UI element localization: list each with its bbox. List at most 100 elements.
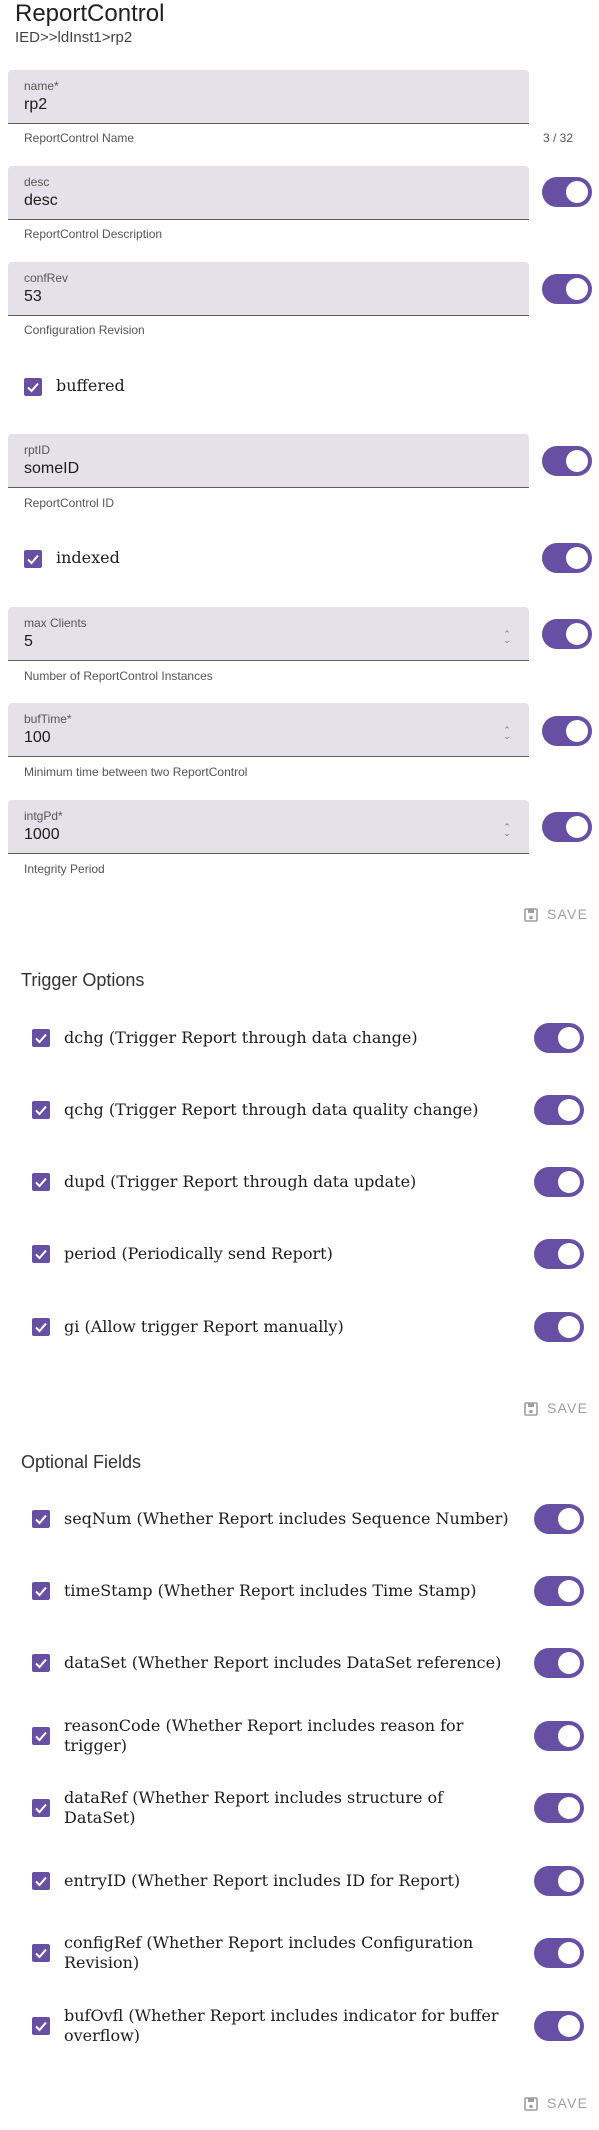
option-switch[interactable] [534,1312,584,1342]
option-label: timeStamp (Whether Report includes Time … [64,1581,477,1600]
option-label: dupd (Trigger Report through data update… [64,1172,417,1191]
intgpd-input[interactable]: 1000 [24,826,60,844]
spinner-icon[interactable]: ⌃ ⌄ [503,726,511,741]
check-icon [35,1658,47,1669]
maxclients-input[interactable]: 5 [24,633,33,651]
confrev-field[interactable]: confRev 53 [8,262,529,316]
option-switch[interactable] [534,1095,584,1125]
intgpd-switch[interactable] [542,812,592,842]
confrev-switch[interactable] [542,274,592,304]
rptid-switch[interactable] [542,446,592,476]
desc-field[interactable]: desc desc [8,166,529,220]
switch-knob [566,547,588,569]
save-icon [524,908,538,922]
option-checkbox[interactable] [32,1510,50,1528]
option-switch[interactable] [534,1167,584,1197]
option-switch[interactable] [534,1576,584,1606]
field-label: desc [24,175,50,189]
option-label: dchg (Trigger Report through data change… [64,1028,418,1047]
save-button[interactable]: SAVE [523,2095,593,2115]
switch-knob [558,1870,580,1892]
indexed-label: indexed [56,548,120,567]
check-icon [27,382,39,393]
option-checkbox[interactable] [32,1654,50,1672]
option-checkbox[interactable] [32,2017,50,2035]
field-label: name* [24,79,59,93]
switch-knob [566,278,588,300]
breadcrumb: IED>>ldInst1>rp2 [15,29,133,46]
save-icon [524,2097,538,2111]
check-icon [35,1876,47,1887]
option-label: dataRef (Whether Report includes structu… [64,1788,444,1827]
option-checkbox[interactable] [32,1173,50,1191]
switch-knob [558,1580,580,1602]
option-checkbox[interactable] [32,1582,50,1600]
check-icon [35,1322,47,1333]
option-label: reasonCode (Whether Report includes reas… [64,1716,464,1755]
save-label: SAVE [547,2095,589,2111]
field-label: confRev [24,271,69,285]
option-switch[interactable] [534,1023,584,1053]
field-label: max Clients [24,616,87,630]
indexed-switch[interactable] [542,543,592,573]
option-switch[interactable] [534,1648,584,1678]
option-checkbox[interactable] [32,1245,50,1263]
rptid-field[interactable]: rptID someID [8,434,529,488]
check-icon [35,2021,47,2032]
option-label: qchg (Trigger Report through data qualit… [64,1100,479,1119]
check-icon [35,1948,47,1959]
option-checkbox[interactable] [32,1872,50,1890]
helper-text: Number of ReportControl Instances [24,669,213,683]
desc-input[interactable]: desc [24,192,58,210]
option-checkbox[interactable] [32,1727,50,1745]
option-label: dataSet (Whether Report includes DataSet… [64,1653,502,1672]
indexed-checkbox[interactable] [24,550,42,568]
desc-switch[interactable] [542,177,592,207]
optional-fields-heading: Optional Fields [21,1452,142,1472]
switch-knob [558,2015,580,2037]
option-switch[interactable] [534,1239,584,1269]
switch-knob [558,1797,580,1819]
maxclients-field[interactable]: max Clients 5 ⌃ ⌄ [8,607,529,661]
option-switch[interactable] [534,2011,584,2041]
option-switch[interactable] [534,1721,584,1751]
option-switch[interactable] [534,1793,584,1823]
trigger-options-heading: Trigger Options [21,970,145,990]
switch-knob [558,1027,580,1049]
rptid-input[interactable]: someID [24,460,79,478]
buftime-input[interactable]: 100 [24,729,51,747]
switch-knob [558,1508,580,1530]
switch-knob [558,1652,580,1674]
option-label: period (Periodically send Report) [64,1244,333,1263]
switch-knob [558,1942,580,1964]
option-checkbox[interactable] [32,1029,50,1047]
spinner-icon[interactable]: ⌃ ⌄ [503,823,511,838]
save-button[interactable]: SAVE [523,906,593,926]
helper-text: ReportControl ID [24,496,115,510]
buftime-switch[interactable] [542,716,592,746]
option-switch[interactable] [534,1938,584,1968]
spinner-icon[interactable]: ⌃ ⌄ [503,630,511,645]
save-button[interactable]: SAVE [523,1400,593,1420]
option-switch[interactable] [534,1866,584,1896]
confrev-input[interactable]: 53 [24,288,42,306]
option-checkbox[interactable] [32,1799,50,1817]
option-checkbox[interactable] [32,1101,50,1119]
page-title: ReportControl [15,0,165,27]
buffered-label: buffered [56,376,125,395]
option-switch[interactable] [534,1504,584,1534]
option-checkbox[interactable] [32,1944,50,1962]
intgpd-field[interactable]: intgPd* 1000 ⌃ ⌄ [8,800,529,854]
option-checkbox[interactable] [32,1318,50,1336]
buftime-field[interactable]: bufTime* 100 ⌃ ⌄ [8,703,529,757]
option-label: gi (Allow trigger Report manually) [64,1317,344,1336]
maxclients-switch[interactable] [542,619,592,649]
switch-knob [566,181,588,203]
check-icon [35,1177,47,1188]
check-icon [35,1033,47,1044]
buffered-checkbox[interactable] [24,378,42,396]
name-field[interactable]: name* rp2 [8,70,529,124]
check-icon [35,1105,47,1116]
check-icon [35,1731,47,1742]
name-input[interactable]: rp2 [24,96,47,114]
